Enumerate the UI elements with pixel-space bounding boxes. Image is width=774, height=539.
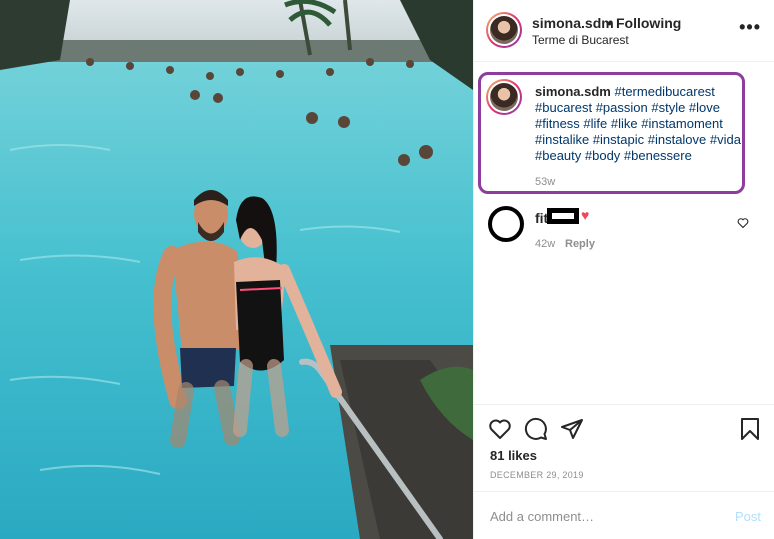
comment-bubble-icon[interactable] (524, 417, 548, 441)
post-side-panel: simona.sdm • Following Terme di Bucarest… (473, 0, 774, 539)
post-date: DECEMBER 29, 2019 (490, 470, 584, 480)
redacted-text-box (547, 208, 579, 224)
author-username[interactable]: simona.sdm (532, 15, 614, 31)
location-link[interactable]: Terme di Bucarest (532, 33, 629, 47)
comment-input[interactable] (490, 509, 710, 524)
caption-username[interactable]: simona.sdm (535, 84, 611, 99)
more-options-icon[interactable]: ••• (739, 18, 761, 36)
comment-like-heart-icon[interactable] (737, 217, 749, 229)
commenter-avatar[interactable] (488, 206, 524, 242)
following-button[interactable]: Following (616, 15, 681, 31)
heart-emoji-icon: ♥ (581, 207, 590, 223)
share-paper-plane-icon[interactable] (560, 417, 584, 441)
pool-photo-illustration (0, 0, 473, 539)
separator-dot: • (607, 15, 612, 31)
post-header: simona.sdm • Following Terme di Bucarest… (474, 0, 774, 62)
caption-text: simona.sdm #termedibucarest #bucarest #p… (535, 84, 745, 164)
like-heart-icon[interactable] (488, 417, 512, 441)
reply-button[interactable]: Reply (565, 238, 595, 250)
caption-timestamp: 53w (535, 176, 556, 188)
post-photo[interactable] (0, 0, 473, 539)
caption-avatar[interactable] (486, 79, 522, 115)
add-comment-bar: Post (474, 491, 774, 539)
post-actions: 81 likes DECEMBER 29, 2019 Post (474, 404, 774, 539)
author-avatar[interactable] (486, 12, 522, 48)
save-bookmark-icon[interactable] (738, 417, 762, 441)
likes-count[interactable]: 81 likes (490, 448, 537, 463)
comment-timestamp: 42w (535, 238, 556, 250)
post-comment-button[interactable]: Post (735, 509, 761, 524)
